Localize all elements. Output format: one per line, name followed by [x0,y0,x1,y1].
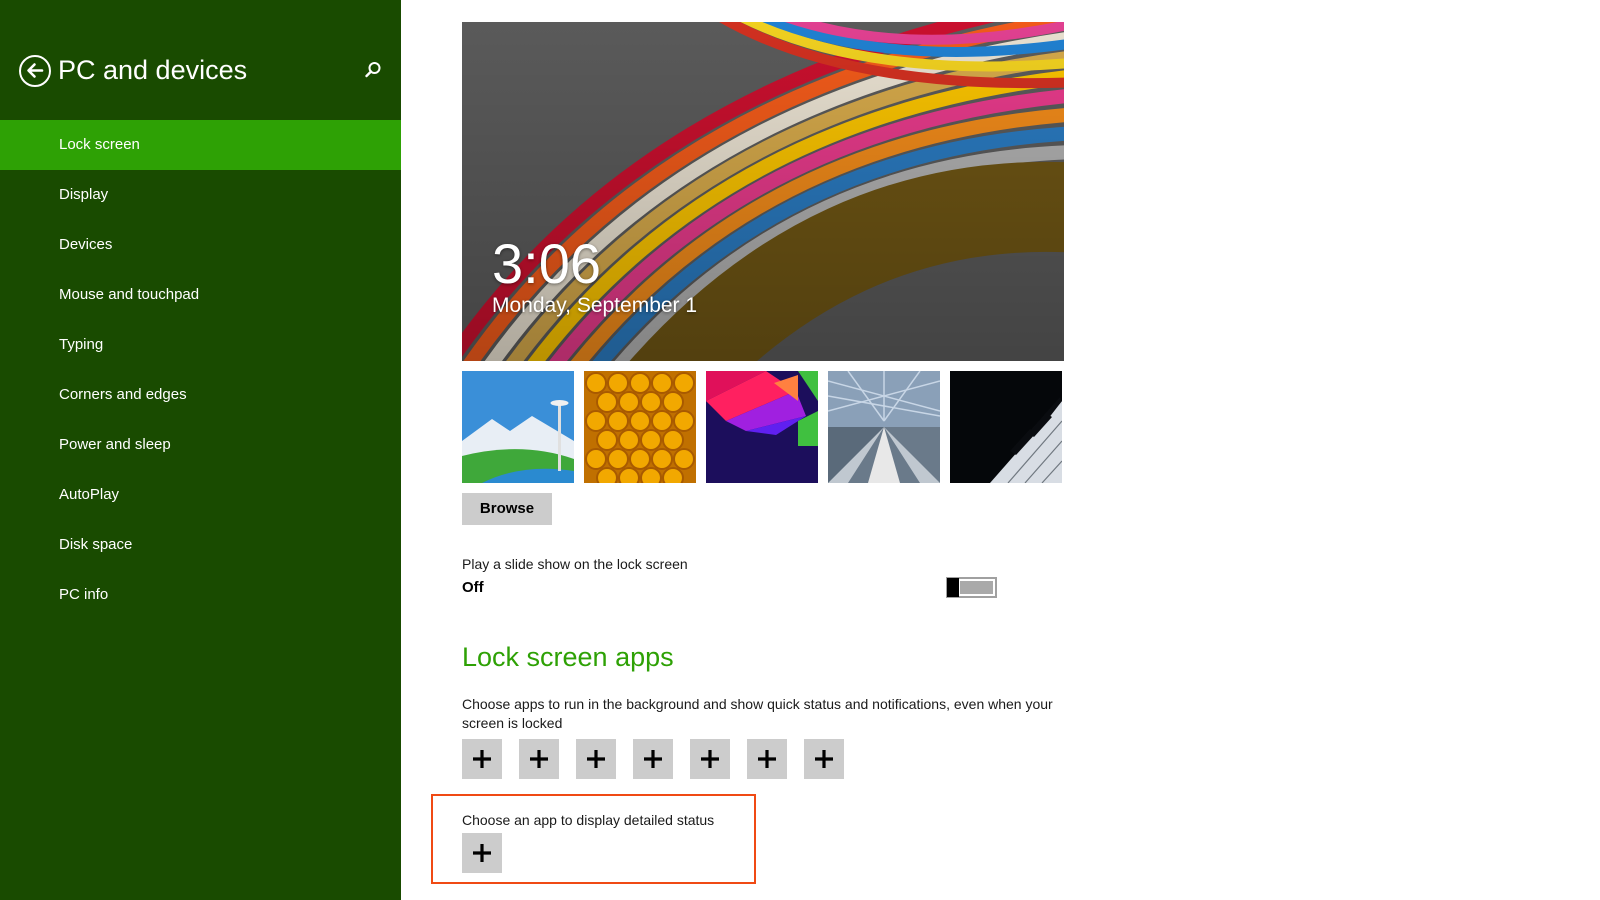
lock-screen-date: Monday, September 1 [492,294,698,317]
lock-screen-preview: 3:06 Monday, September 1 [462,22,1064,361]
sidebar-item-label: AutoPlay [59,486,120,503]
sidebar-nav: Lock screen Display Devices Mouse and to… [0,120,401,620]
lock-screen-apps-description: Choose apps to run in the background and… [462,696,1053,731]
add-lock-app-button-5[interactable] [690,739,730,779]
add-lock-app-button-3[interactable] [576,739,616,779]
plus-icon [587,750,605,768]
sidebar-item-label: Power and sleep [59,436,171,453]
add-lock-app-button-2[interactable] [519,739,559,779]
sidebar-item-label: PC info [59,586,109,603]
plus-icon [644,750,662,768]
sidebar-item-mouse-and-touchpad[interactable]: Mouse and touchpad [0,270,401,320]
main-content: 3:06 Monday, September 1 Browse Play a s… [401,0,1600,900]
sidebar-item-devices[interactable]: Devices [0,220,401,270]
wallpaper-thumbnails [462,371,1064,483]
thumbnail-piano-keys[interactable] [950,371,1062,483]
search-icon[interactable] [360,58,386,84]
sidebar-item-label: Lock screen [59,136,140,153]
sidebar-item-disk-space[interactable]: Disk space [0,520,401,570]
sidebar-item-label: Typing [59,336,104,353]
sidebar-item-label: Disk space [59,536,133,553]
slideshow-toggle[interactable] [946,577,997,598]
sidebar-item-autoplay[interactable]: AutoPlay [0,470,401,520]
add-lock-app-button-1[interactable] [462,739,502,779]
lock-screen-apps-heading: Lock screen apps [462,642,674,672]
toggle-track [960,581,993,594]
slideshow-toggle-state: Off [462,579,484,596]
add-lock-app-button-4[interactable] [633,739,673,779]
slideshow-label: Play a slide show on the lock screen [462,556,688,572]
plus-icon [815,750,833,768]
sidebar-item-typing[interactable]: Typing [0,320,401,370]
sidebar: PC and devices Lock screen Display Devic… [0,0,401,900]
add-lock-app-button-7[interactable] [804,739,844,779]
add-detailed-status-app-button[interactable] [462,833,502,873]
sidebar-item-label: Corners and edges [59,386,187,403]
thumbnail-honeycomb[interactable] [584,371,696,483]
detailed-status-label: Choose an app to display detailed status [462,812,715,828]
back-arrow-icon[interactable] [19,55,51,87]
plus-icon [758,750,776,768]
plus-icon [530,750,548,768]
browse-button[interactable]: Browse [462,493,552,525]
toggle-knob[interactable] [947,578,959,597]
sidebar-header: PC and devices [0,46,401,96]
plus-icon [473,750,491,768]
add-lock-app-button-6[interactable] [747,739,787,779]
thumbnail-geometric-shapes[interactable] [706,371,818,483]
thumbnail-space-needle[interactable] [462,371,574,483]
sidebar-item-label: Devices [59,236,113,253]
sidebar-item-corners-and-edges[interactable]: Corners and edges [0,370,401,420]
sidebar-item-lock-screen[interactable]: Lock screen [0,120,401,170]
sidebar-item-label: Display [59,186,109,203]
plus-icon [701,750,719,768]
lock-screen-time: 3:06 [492,232,601,295]
sidebar-title: PC and devices [58,55,248,85]
plus-icon [473,844,491,862]
sidebar-item-display[interactable]: Display [0,170,401,220]
sidebar-item-pc-info[interactable]: PC info [0,570,401,620]
thumbnail-subway-motion[interactable] [828,371,940,483]
sidebar-item-label: Mouse and touchpad [59,286,200,303]
sidebar-item-power-and-sleep[interactable]: Power and sleep [0,420,401,470]
